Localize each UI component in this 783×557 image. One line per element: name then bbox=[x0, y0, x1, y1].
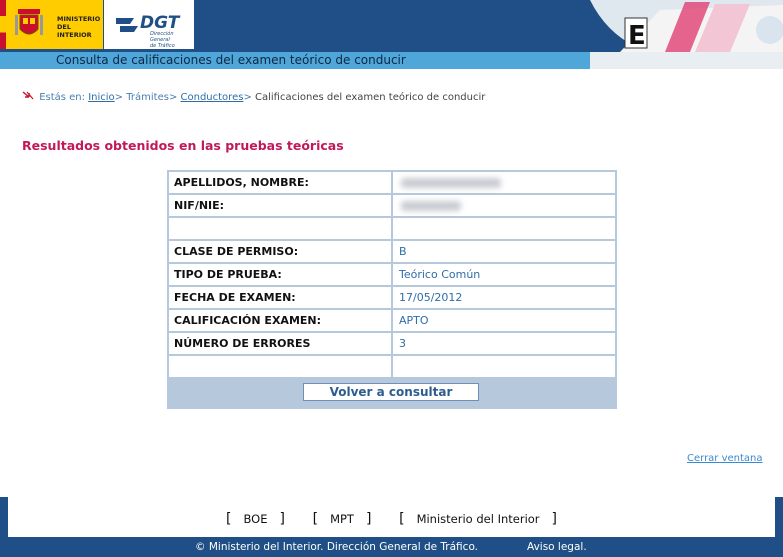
site-header: MINISTERIO DEL INTERIOR DGT Dirección Ge… bbox=[0, 0, 783, 52]
footer-link-boe[interactable]: [BOE] bbox=[220, 511, 291, 527]
dgt-logo[interactable]: DGT Dirección General de Tráfico bbox=[104, 0, 194, 49]
table-row bbox=[169, 356, 615, 377]
breadcrumb-current: Calificaciones del examen teórico de con… bbox=[255, 92, 486, 103]
table-row: FECHA DE EXAMEN: 17/05/2012 bbox=[169, 287, 615, 308]
row-key: NIF/NIE: bbox=[169, 195, 391, 216]
table-row: NÚMERO DE ERRORES 3 bbox=[169, 333, 615, 354]
ministerio-line2: DEL INTERIOR bbox=[57, 23, 92, 39]
title-bar-banner-continuation bbox=[590, 52, 783, 69]
ministerio-logo-text: MINISTERIO DEL INTERIOR bbox=[57, 15, 103, 39]
row-key: CALIFICACIÓN EXAMEN: bbox=[169, 310, 391, 331]
row-value-redacted bbox=[393, 195, 615, 216]
breadcrumb-item-conductores[interactable]: Conductores bbox=[181, 92, 244, 103]
breadcrumb-arrow-icon bbox=[22, 91, 34, 100]
row-value: APTO bbox=[393, 310, 615, 331]
breadcrumb-item-tramites[interactable]: Trámites bbox=[126, 92, 169, 103]
close-window-link[interactable]: Cerrar ventana bbox=[687, 453, 763, 464]
row-value bbox=[393, 218, 615, 239]
dgt-mark-icon bbox=[116, 18, 138, 32]
breadcrumb-separator: > bbox=[114, 92, 124, 103]
back-to-query-button[interactable]: Volver a consultar bbox=[303, 383, 479, 401]
flag-stripe bbox=[0, 0, 6, 49]
page-title: Consulta de calificaciones del examen te… bbox=[56, 53, 406, 67]
legal-notice-link[interactable]: Aviso legal. bbox=[527, 541, 587, 553]
svg-text:E: E bbox=[628, 21, 646, 51]
results-heading: Resultados obtenidos en las pruebas teór… bbox=[22, 138, 344, 153]
table-row: NIF/NIE: bbox=[169, 195, 615, 216]
row-value bbox=[393, 356, 615, 377]
table-row: CALIFICACIÓN EXAMEN: APTO bbox=[169, 310, 615, 331]
footer-link-boe-label[interactable]: BOE bbox=[243, 512, 267, 526]
footer-links: [BOE] [MPT] [Ministerio del Interior] bbox=[8, 511, 775, 527]
footer-link-ministerio-label[interactable]: Ministerio del Interior bbox=[417, 512, 540, 526]
ministerio-line1: MINISTERIO bbox=[57, 15, 101, 23]
row-value: B bbox=[393, 241, 615, 262]
row-value-redacted bbox=[393, 172, 615, 193]
row-key: CLASE DE PERMISO: bbox=[169, 241, 391, 262]
row-value: 3 bbox=[393, 333, 615, 354]
row-key: NÚMERO DE ERRORES bbox=[169, 333, 391, 354]
dgt-sub-line1: Dirección General bbox=[150, 31, 174, 43]
copyright-text: © Ministerio del Interior. Dirección Gen… bbox=[195, 541, 479, 553]
results-table: APELLIDOS, NOMBRE: NIF/NIE: CLASE DE PER… bbox=[167, 170, 617, 409]
footer-link-mpt-label[interactable]: MPT bbox=[330, 512, 354, 526]
breadcrumb: Estás en: Inicio> Trámites> Conductores>… bbox=[22, 91, 485, 103]
redacted-name bbox=[401, 178, 501, 188]
row-value: 17/05/2012 bbox=[393, 287, 615, 308]
breadcrumb-label: Estás en: bbox=[39, 92, 86, 103]
redacted-nif bbox=[401, 201, 461, 211]
table-row: TIPO DE PRUEBA: Teórico Común bbox=[169, 264, 615, 285]
dgt-sub-line2: de Tráfico bbox=[150, 43, 175, 49]
footer-link-mpt[interactable]: [MPT] bbox=[307, 511, 378, 527]
ministerio-logo[interactable]: MINISTERIO DEL INTERIOR bbox=[0, 0, 103, 49]
dgt-subtitle: Dirección General de Tráfico bbox=[150, 31, 194, 49]
breadcrumb-item-inicio[interactable]: Inicio bbox=[88, 92, 114, 103]
row-key: FECHA DE EXAMEN: bbox=[169, 287, 391, 308]
breadcrumb-separator: > bbox=[168, 92, 178, 103]
row-key: TIPO DE PRUEBA: bbox=[169, 264, 391, 285]
row-key: APELLIDOS, NOMBRE: bbox=[169, 172, 391, 193]
row-key bbox=[169, 356, 391, 377]
site-footer: [BOE] [MPT] [Ministerio del Interior] © … bbox=[0, 497, 783, 557]
license-card-banner: E bbox=[590, 0, 783, 52]
dgt-name: DGT bbox=[140, 13, 180, 33]
table-row: CLASE DE PERMISO: B bbox=[169, 241, 615, 262]
footer-links-panel: [BOE] [MPT] [Ministerio del Interior] bbox=[8, 497, 775, 537]
breadcrumb-separator: > bbox=[243, 92, 252, 103]
coat-of-arms-icon bbox=[15, 9, 43, 35]
footer-link-ministerio[interactable]: [Ministerio del Interior] bbox=[393, 511, 563, 527]
row-value: Teórico Común bbox=[393, 264, 615, 285]
table-row: APELLIDOS, NOMBRE: bbox=[169, 172, 615, 193]
table-row bbox=[169, 218, 615, 239]
row-key bbox=[169, 218, 391, 239]
